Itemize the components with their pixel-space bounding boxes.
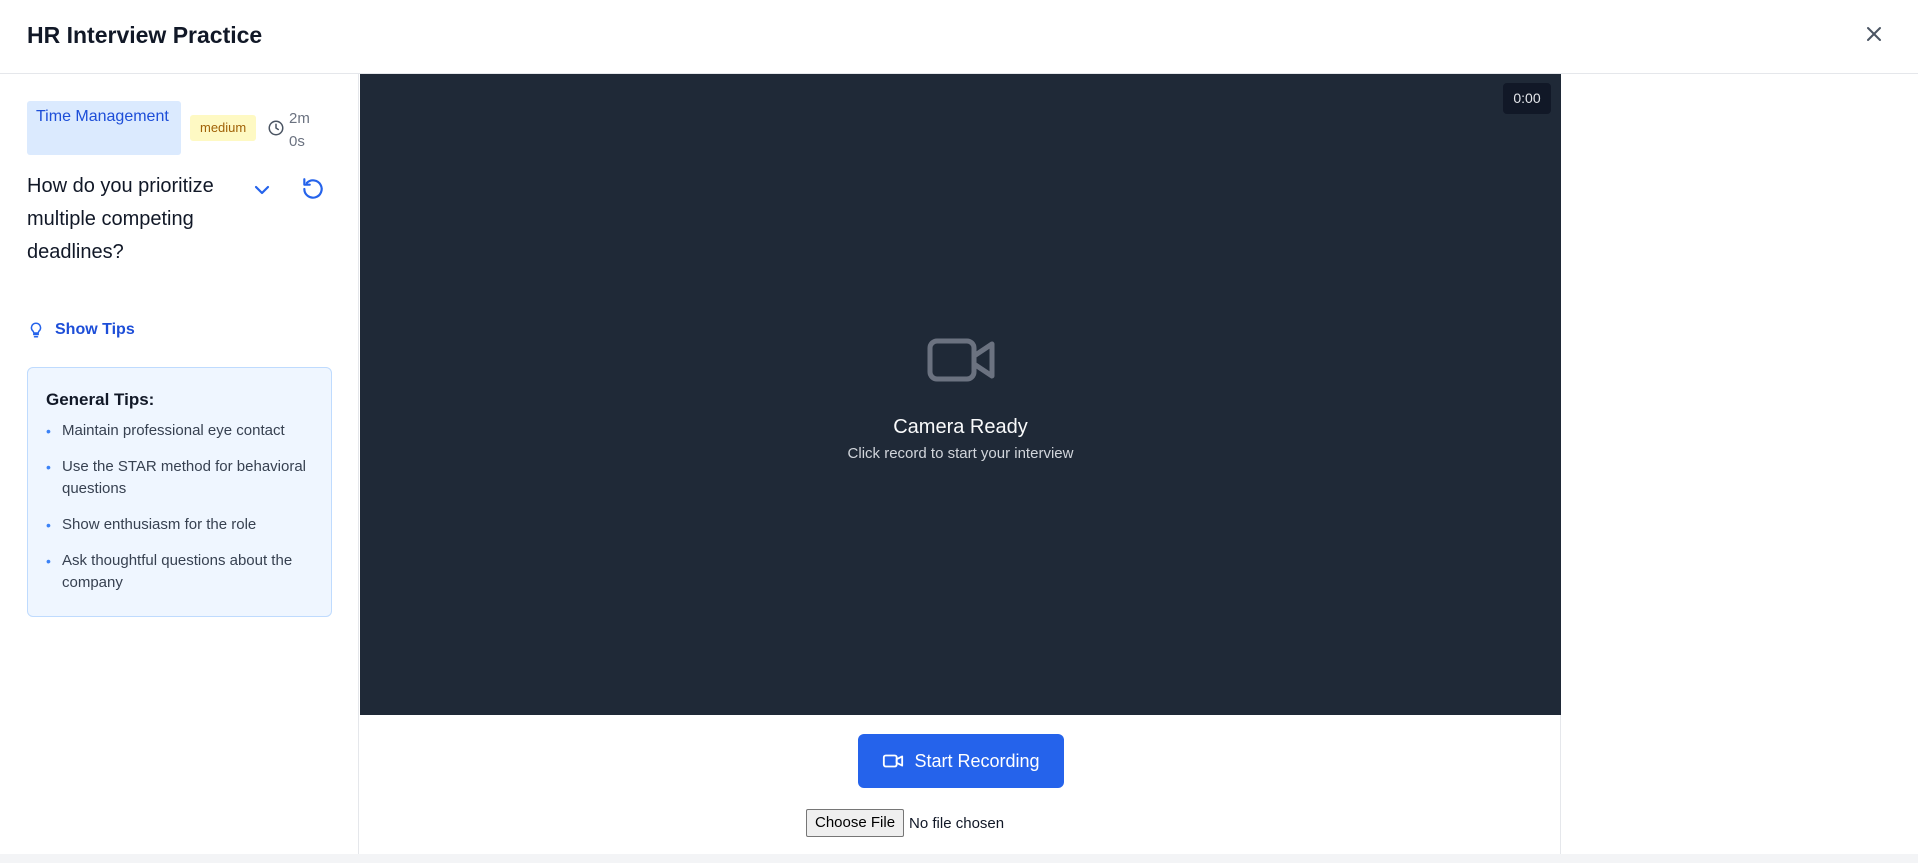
tip-item: • Use the STAR method for behavioral ques…	[46, 458, 307, 497]
recording-timer: 0:00	[1503, 83, 1551, 114]
tip-item: • Maintain professional eye contact	[46, 420, 313, 442]
camera-status-title: Camera Ready	[893, 416, 1028, 438]
choose-file-button[interactable]: Choose File	[806, 809, 905, 837]
question-text: How do you prioritize multiple competing…	[27, 175, 214, 263]
bottom-strip	[0, 854, 1918, 863]
recording-controls: Start Recording Choose File No file chos…	[360, 715, 1561, 855]
tips-list: • Maintain professional eye contact • Use …	[46, 420, 313, 594]
question-sidebar: Time Management medium 2m 0s How do you …	[0, 74, 359, 854]
camera-status-subtitle: Click record to start your interview	[847, 445, 1074, 462]
bullet-icon: •	[46, 423, 51, 439]
general-tips-panel: General Tips: • Maintain professional eye…	[27, 367, 332, 617]
bullet-icon: •	[46, 553, 51, 569]
category-badge: Time Management	[27, 101, 181, 155]
reset-icon[interactable]	[300, 176, 326, 202]
video-preview: 0:00 Camera Ready Click record to start …	[360, 74, 1561, 715]
file-upload: Choose File No file chosen	[806, 809, 1004, 837]
start-recording-label: Start Recording	[914, 750, 1040, 771]
show-tips-button[interactable]: Show Tips	[27, 318, 135, 342]
bullet-icon: •	[46, 517, 51, 533]
video-camera-icon	[927, 338, 995, 382]
video-camera-icon	[883, 754, 904, 768]
bullet-icon: •	[46, 459, 51, 475]
start-recording-button[interactable]: Start Recording	[858, 734, 1064, 788]
tip-item: • Show enthusiasm for the role	[46, 514, 313, 536]
lightbulb-icon	[30, 322, 42, 338]
dialog-title: HR Interview Practice	[27, 22, 263, 48]
dialog-header: HR Interview Practice	[0, 0, 1918, 74]
question-meta: Time Management medium 2m 0s	[27, 101, 337, 155]
tip-item: • Ask thoughtful questions about the comp…	[46, 552, 293, 591]
time-limit: 2m 0s	[289, 110, 310, 150]
tips-heading: General Tips:	[46, 390, 155, 409]
close-icon[interactable]	[1862, 22, 1886, 46]
clock-icon	[268, 120, 284, 136]
chevron-down-icon[interactable]	[250, 178, 274, 202]
difficulty-badge: medium	[190, 115, 257, 141]
show-tips-label: Show Tips	[55, 321, 135, 338]
file-status: No file chosen	[909, 814, 1005, 832]
